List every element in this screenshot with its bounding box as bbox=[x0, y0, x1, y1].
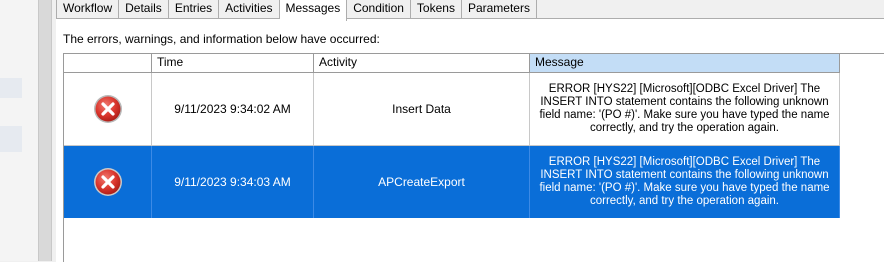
tab-parameters[interactable]: Parameters bbox=[461, 0, 537, 19]
error-icon bbox=[93, 168, 122, 196]
row-message: ERROR [HYS22] [Microsoft][ODBC Excel Dri… bbox=[539, 156, 830, 207]
tab-entries[interactable]: Entries bbox=[168, 0, 220, 19]
messages-grid[interactable]: Time Activity Message 9/11/2023 9:34:02 … bbox=[63, 53, 884, 262]
tab-workflow[interactable]: Workflow bbox=[56, 0, 120, 19]
row-activity: APCreateExport bbox=[378, 175, 465, 189]
tab-tokens[interactable]: Tokens bbox=[410, 0, 462, 19]
table-row[interactable]: 9/11/2023 9:34:02 AM Insert Data ERROR [… bbox=[64, 73, 840, 146]
column-header-icon[interactable] bbox=[64, 54, 152, 72]
row-message-cell: ERROR [HYS22] [Microsoft][ODBC Excel Dri… bbox=[530, 73, 840, 145]
tab-activities[interactable]: Activities bbox=[219, 0, 280, 19]
row-message: ERROR [HYS22] [Microsoft][ODBC Excel Dri… bbox=[539, 83, 830, 134]
tab-details[interactable]: Details bbox=[119, 0, 169, 19]
tab-condition[interactable]: Condition bbox=[347, 0, 411, 19]
row-time-cell: 9/11/2023 9:34:02 AM bbox=[152, 73, 314, 145]
grid-header: Time Activity Message bbox=[64, 54, 840, 73]
row-activity-cell: APCreateExport bbox=[314, 146, 530, 218]
table-row-selected[interactable]: 9/11/2023 9:34:03 AM APCreateExport ERRO… bbox=[64, 146, 840, 218]
error-icon bbox=[93, 95, 122, 123]
column-header-time[interactable]: Time bbox=[152, 54, 314, 72]
left-panel-item[interactable] bbox=[0, 78, 22, 98]
tab-strip: Workflow Details Entries Activities Mess… bbox=[56, 0, 537, 21]
left-panel-item[interactable] bbox=[0, 126, 22, 152]
row-time: 9/11/2023 9:34:02 AM bbox=[174, 102, 291, 116]
tab-messages[interactable]: Messages bbox=[279, 0, 348, 21]
row-time-cell: 9/11/2023 9:34:03 AM bbox=[152, 146, 314, 218]
column-header-message[interactable]: Message bbox=[530, 54, 840, 72]
messages-notice: The errors, warnings, and information be… bbox=[63, 32, 380, 46]
row-icon-cell bbox=[64, 146, 152, 218]
row-activity-cell: Insert Data bbox=[314, 73, 530, 145]
panel-splitter[interactable] bbox=[38, 0, 52, 261]
row-message-cell: ERROR [HYS22] [Microsoft][ODBC Excel Dri… bbox=[530, 146, 840, 218]
column-header-activity[interactable]: Activity bbox=[314, 54, 530, 72]
row-time: 9/11/2023 9:34:03 AM bbox=[174, 175, 291, 189]
row-activity: Insert Data bbox=[392, 102, 451, 116]
row-icon-cell bbox=[64, 73, 152, 145]
left-panel bbox=[0, 0, 38, 261]
